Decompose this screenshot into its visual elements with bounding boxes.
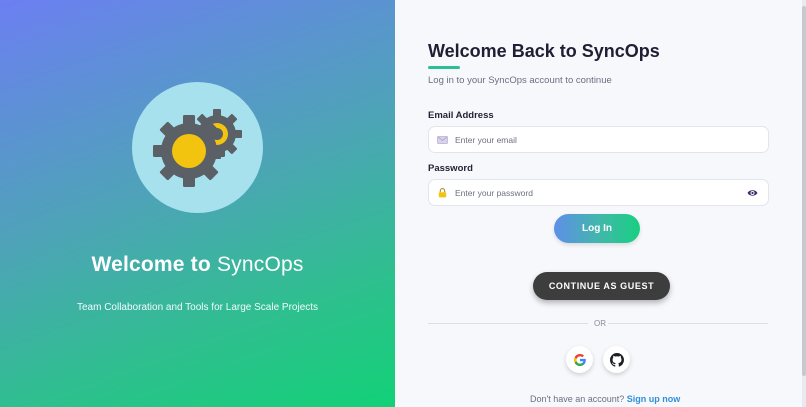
- email-input[interactable]: [455, 134, 768, 145]
- hero-illustration: [132, 82, 263, 213]
- google-icon: [573, 353, 586, 366]
- hero-title-brand: SyncOps: [216, 253, 304, 276]
- password-label: Password: [428, 163, 473, 174]
- signup-link[interactable]: Sign up now: [627, 394, 681, 404]
- password-input[interactable]: [455, 187, 745, 198]
- hero-title: Welcome to SyncOps: [0, 253, 395, 277]
- divider-or: OR: [594, 319, 606, 328]
- signup-prompt: Don't have an account? Sign up now: [530, 394, 680, 404]
- page-title: Welcome Back to SyncOps: [428, 41, 660, 61]
- eye-icon[interactable]: [745, 188, 759, 198]
- hero-panel: Welcome to SyncOps Team Collaboration an…: [0, 0, 395, 407]
- hero-subtitle: Team Collaboration and Tools for Large S…: [76, 302, 319, 313]
- scrollbar-thumb[interactable]: [802, 6, 806, 376]
- envelope-icon: [436, 135, 449, 145]
- lock-icon: [436, 187, 449, 198]
- title-underline: [428, 66, 460, 69]
- page-subtitle: Log in to your SyncOps account to contin…: [428, 75, 612, 86]
- login-panel: Welcome Back to SyncOps Log in to your S…: [395, 0, 806, 407]
- hero-title-prefix: Welcome to: [91, 253, 217, 276]
- divider-right: [608, 323, 768, 324]
- github-icon: [609, 352, 624, 367]
- scrollbar[interactable]: [802, 0, 806, 407]
- email-label: Email Address: [428, 110, 494, 121]
- google-login-button[interactable]: [566, 346, 593, 373]
- signup-prompt-text: Don't have an account?: [530, 394, 627, 404]
- divider-left: [428, 323, 588, 324]
- gears-icon: [153, 109, 242, 187]
- email-field-wrapper: [428, 126, 769, 153]
- login-button[interactable]: Log In: [554, 214, 640, 243]
- password-field-wrapper: [428, 179, 769, 206]
- continue-as-guest-button[interactable]: CONTINUE AS GUEST: [533, 272, 670, 300]
- github-login-button[interactable]: [603, 346, 630, 373]
